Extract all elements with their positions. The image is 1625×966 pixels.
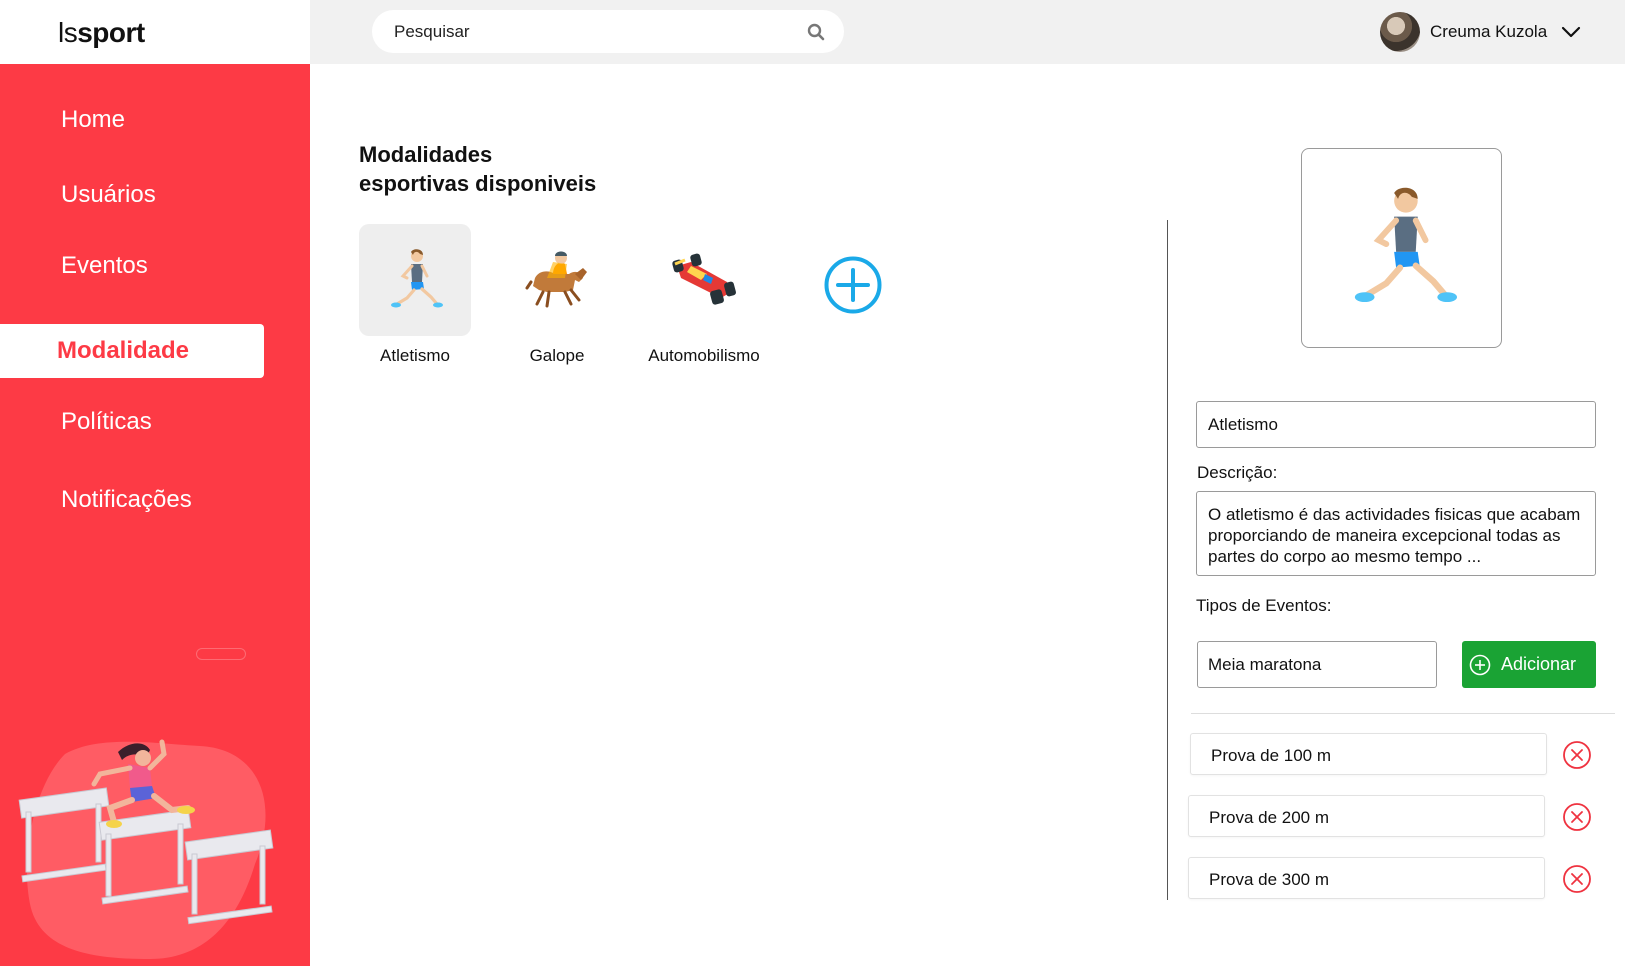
sport-tile-box — [359, 224, 471, 336]
description-label: Descrição: — [1197, 463, 1278, 482]
sidebar-item-modalidade[interactable]: Modalidade — [0, 324, 264, 378]
avatar[interactable] — [1380, 12, 1420, 52]
user-menu[interactable]: Creuma Kuzola — [1380, 12, 1581, 52]
sport-tile-label: Atletismo — [380, 346, 450, 365]
panel-divider — [1167, 220, 1168, 900]
page-title-line2: esportivas disponiveis — [359, 171, 597, 196]
sport-tile-box — [501, 224, 613, 336]
add-event-button-label: Adicionar — [1501, 654, 1577, 674]
sidebar-item-label: Modalidade — [57, 337, 190, 364]
search-bar — [372, 10, 844, 53]
search-input[interactable] — [394, 10, 774, 53]
horse-racing-icon — [525, 251, 587, 308]
sidebar-item-notificacoes[interactable]: Notificações — [61, 486, 192, 514]
page-title-line1: Modalidades — [359, 142, 493, 167]
event-item[interactable]: Prova de 200 m — [1188, 795, 1545, 837]
runner-icon — [1354, 187, 1457, 303]
page-title: Modalidades esportivas disponiveis — [359, 140, 596, 198]
sport-tile-label: Galope — [529, 346, 585, 365]
sport-name-field[interactable]: Atletismo — [1196, 401, 1596, 448]
chevron-down-icon[interactable] — [1561, 26, 1581, 38]
events-divider — [1191, 713, 1615, 714]
event-types-label: Tipos de Eventos: — [1196, 596, 1332, 615]
sport-image-preview[interactable] — [1301, 148, 1502, 348]
race-car-icon — [672, 253, 736, 305]
event-type-input[interactable]: Meia maratona — [1197, 641, 1437, 688]
sport-tile-atletismo[interactable]: Atletismo — [359, 224, 471, 366]
add-circle-icon — [1469, 654, 1491, 675]
top-bar: lssport Creuma Kuzola — [0, 0, 1625, 64]
app-logo[interactable]: lssport — [58, 17, 145, 49]
sport-tile-label: Automobilismo — [648, 346, 760, 365]
sidebar-item-home[interactable]: Home — [61, 106, 125, 134]
sport-tile-automobilismo[interactable]: Automobilismo — [648, 224, 760, 366]
user-name: Creuma Kuzola — [1430, 22, 1548, 41]
event-item-label: Prova de 200 m — [1209, 808, 1330, 827]
logo-suffix: sport — [77, 17, 145, 48]
sport-tile-galope[interactable]: Galope — [501, 224, 613, 366]
sidebar-item-usuarios[interactable]: Usuários — [61, 181, 156, 209]
logo-prefix: ls — [58, 17, 78, 48]
decorative-mark — [196, 648, 246, 660]
remove-event-button[interactable] — [1562, 802, 1592, 832]
sidebar-item-politicas[interactable]: Políticas — [61, 408, 152, 436]
description-field[interactable]: O atletismo é das actividades fisicas qu… — [1196, 491, 1596, 576]
runner-icon — [391, 249, 443, 308]
add-sport-button[interactable] — [823, 255, 883, 315]
sidebar-item-eventos[interactable]: Eventos — [61, 252, 148, 280]
sidebar: Home Usuários Eventos Modalidade Polític… — [0, 64, 310, 966]
remove-event-button[interactable] — [1562, 740, 1592, 770]
event-item-label: Prova de 300 m — [1209, 870, 1330, 889]
logo-area: lssport — [0, 0, 310, 64]
search-icon[interactable] — [806, 22, 826, 42]
sport-tile-box — [648, 224, 760, 336]
event-item-label: Prova de 100 m — [1211, 746, 1332, 765]
hurdles-runner-illustration — [18, 739, 274, 959]
remove-event-button[interactable] — [1562, 864, 1592, 894]
event-item[interactable]: Prova de 100 m — [1190, 733, 1547, 775]
add-event-button[interactable]: Adicionar — [1462, 641, 1596, 688]
event-item[interactable]: Prova de 300 m — [1188, 857, 1545, 899]
